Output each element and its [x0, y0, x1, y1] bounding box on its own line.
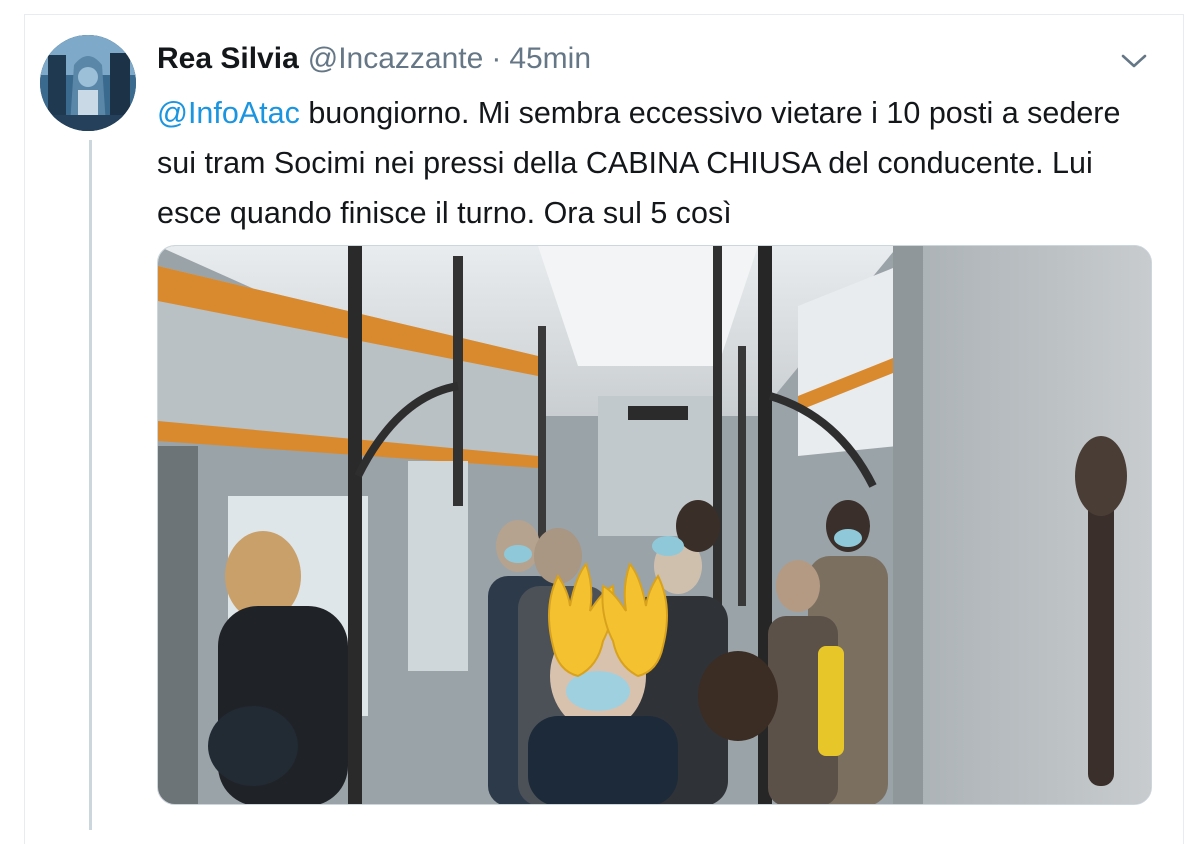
- avatar-image: [40, 35, 136, 131]
- chevron-down-icon: [1121, 54, 1147, 68]
- tweet-menu-button[interactable]: [1117, 46, 1151, 76]
- tweet-header: Rea Silvia @Incazzante · 45min: [157, 42, 591, 82]
- tram-interior-photo: [158, 246, 1151, 804]
- avatar[interactable]: [40, 35, 136, 131]
- tweet-photo[interactable]: [157, 245, 1152, 805]
- mention-link[interactable]: @InfoAtac: [157, 96, 300, 130]
- tweet-text: @InfoAtac buongiorno. Mi sembra eccessiv…: [157, 88, 1157, 238]
- user-handle[interactable]: @Incazzante: [308, 42, 484, 76]
- display-name[interactable]: Rea Silvia: [157, 42, 299, 76]
- tweet-timestamp[interactable]: 45min: [509, 42, 591, 76]
- thread-connector-line: [89, 140, 92, 830]
- tweet-body: buongiorno. Mi sembra eccessivo vietare …: [157, 96, 1121, 230]
- header-separator: ·: [491, 42, 502, 75]
